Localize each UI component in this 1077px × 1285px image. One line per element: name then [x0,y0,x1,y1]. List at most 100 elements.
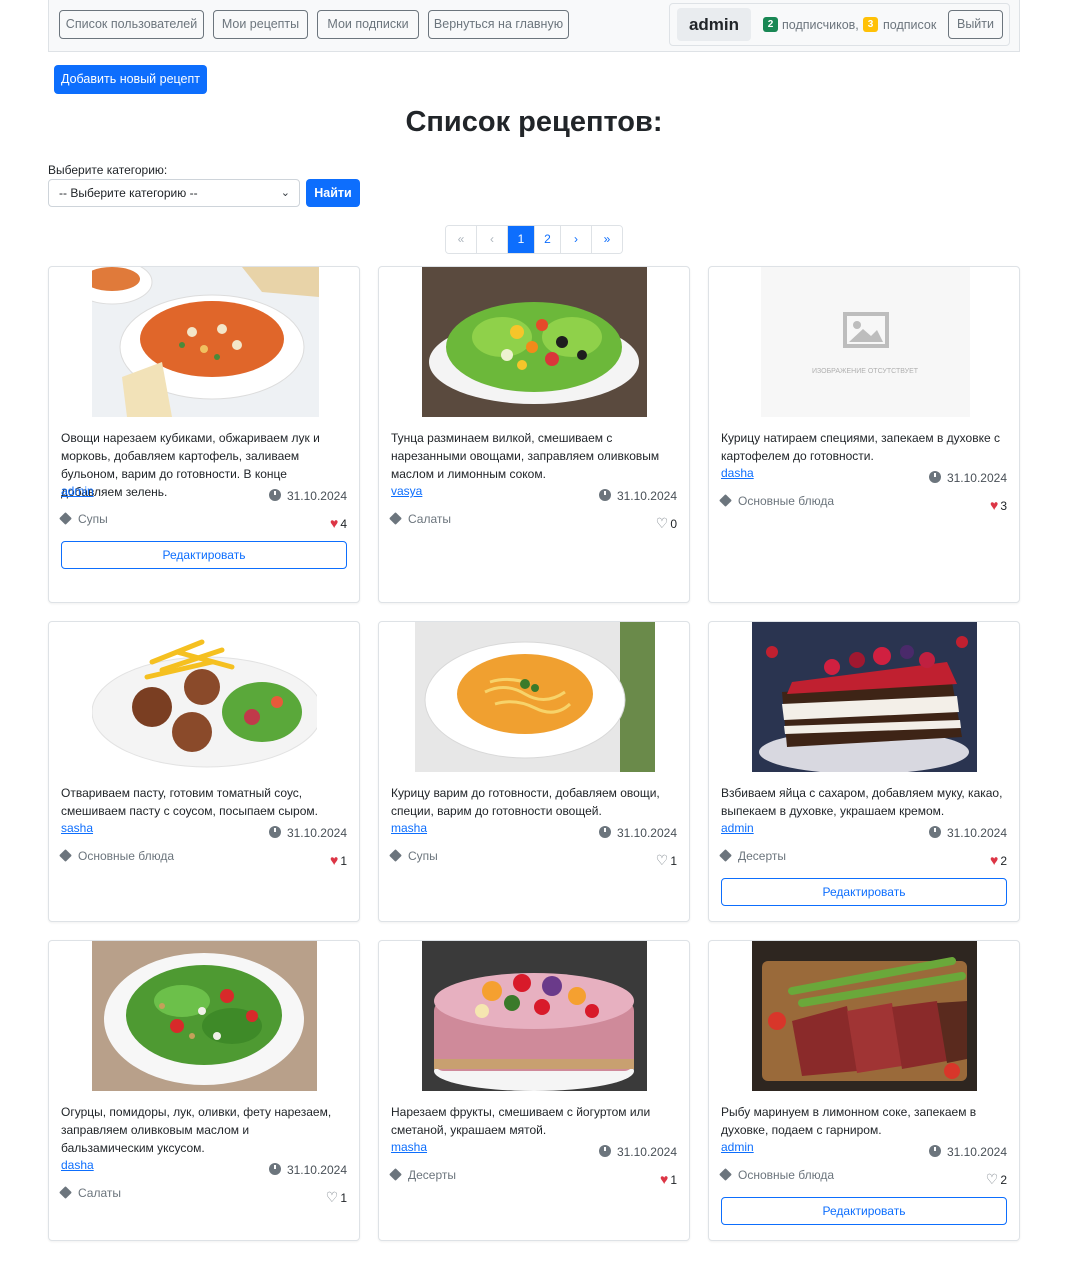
followers-label: подписчиков, [782,18,859,32]
top-navbar: Список пользователей Мои рецепты Мои под… [48,0,1020,52]
clock-icon [598,1145,611,1157]
recipe-category: Десерты [389,1168,456,1182]
recipe-date-text: 31.10.2024 [946,471,1007,485]
recipe-date: 31.10.2024 [598,826,677,840]
recipe-card: Рыбу маринуем в лимонном соке, запекаем … [708,940,1020,1241]
recipe-author-link[interactable]: vasya [391,484,422,498]
likes-count: 0 [670,517,677,531]
heart-icon[interactable]: ♡ [986,1171,999,1187]
heart-icon[interactable]: ♥ [990,852,998,868]
recipe-likes[interactable]: ♡ 1 [326,1189,347,1206]
edit-recipe-button[interactable]: Редактировать [61,541,347,569]
recipe-author-link[interactable]: admin [61,484,94,498]
recipe-author-link[interactable]: sasha [61,821,93,835]
recipe-category-text: Супы [78,512,108,526]
recipe-card: Овощи нарезаем кубиками, обжариваем лук … [48,266,360,603]
recipe-likes[interactable]: ♥ 1 [660,1171,677,1187]
recipe-likes[interactable]: ♥ 4 [330,515,347,531]
find-button[interactable]: Найти [306,179,360,207]
recipe-author-link[interactable]: masha [391,1140,427,1154]
recipe-category: Основные блюда [59,849,175,863]
heart-icon[interactable]: ♡ [656,515,669,531]
recipe-image [422,941,649,1091]
recipe-date: 31.10.2024 [598,489,677,503]
recipe-date: 31.10.2024 [928,1145,1007,1159]
recipe-card: Взбиваем яйца с сахаром, добавляем муку,… [708,621,1020,922]
edit-recipe-button[interactable]: Редактировать [721,1197,1007,1225]
username: admin [677,8,751,41]
likes-count: 3 [1000,499,1007,513]
recipe-image [752,622,979,772]
recipe-likes[interactable]: ♡ 2 [986,1171,1007,1188]
recipe-category: Салаты [389,512,451,526]
recipe-date-text: 31.10.2024 [946,1145,1007,1159]
heart-icon[interactable]: ♥ [330,515,338,531]
recipe-category-text: Основные блюда [738,1168,835,1182]
recipe-card: Огурцы, помидоры, лук, оливки, фету наре… [48,940,360,1241]
tag-icon [389,849,402,862]
recipe-author-link[interactable]: masha [391,821,427,835]
recipe-description: Тунца разминаем вилкой, смешиваем с наре… [391,431,660,481]
recipe-category-text: Десерты [738,849,787,863]
heart-icon[interactable]: ♥ [330,852,338,868]
tag-icon [59,512,72,525]
recipe-date: 31.10.2024 [598,1145,677,1159]
heart-icon[interactable]: ♥ [660,1171,668,1187]
recipe-likes[interactable]: ♥ 1 [330,852,347,868]
edit-recipe-button[interactable]: Редактировать [721,878,1007,906]
clock-icon [928,826,941,838]
chevron-down-icon: ⌄ [280,187,290,199]
recipe-author-link[interactable]: dasha [721,466,754,480]
recipe-description: Огурцы, помидоры, лук, оливки, фету наре… [61,1105,332,1155]
clock-icon [268,489,281,501]
recipe-likes[interactable]: ♡ 1 [656,852,677,869]
back-home-button[interactable]: Вернуться на главную [428,10,569,39]
heart-icon[interactable]: ♡ [656,852,669,868]
recipe-date-text: 31.10.2024 [616,826,677,840]
heart-icon[interactable]: ♥ [990,497,998,513]
recipe-category-text: Салаты [78,1186,122,1200]
recipe-date-text: 31.10.2024 [286,489,347,503]
page-last[interactable]: » [591,226,622,253]
recipe-date: 31.10.2024 [268,1163,347,1177]
add-recipe-button[interactable]: Добавить новый рецепт [54,65,207,94]
tag-icon [719,494,732,507]
clock-icon [268,826,281,838]
recipe-author-link[interactable]: admin [721,1140,754,1154]
recipe-likes[interactable]: ♥ 2 [990,852,1007,868]
recipe-category: Десерты [719,849,787,863]
recipe-category-text: Основные блюда [78,849,175,863]
logout-button[interactable]: Выйти [948,10,1003,39]
recipe-image [422,267,649,417]
recipe-card: Тунца разминаем вилкой, смешиваем с наре… [378,266,690,603]
my-recipes-button[interactable]: Мои рецепты [213,10,308,39]
user-panel: admin 2 подписчиков, 3 подписок Выйти [669,3,1010,46]
recipe-author-link[interactable]: dasha [61,1158,94,1172]
recipe-card: ИЗОБРАЖЕНИЕ ОТСУТСТВУЕТ Курицу натираем с… [708,266,1020,603]
page-1[interactable]: 1 [507,226,534,253]
page-first[interactable]: « [446,226,476,253]
recipe-likes[interactable]: ♡ 0 [656,515,677,532]
clock-icon [928,1145,941,1157]
recipe-description: Курицу натираем специями, запекаем в дух… [721,431,1000,463]
recipe-author-link[interactable]: admin [721,821,754,835]
heart-icon[interactable]: ♡ [326,1189,339,1205]
clock-icon [928,471,941,483]
tag-icon [719,1168,732,1181]
users-list-button[interactable]: Список пользователей [59,10,204,39]
recipe-date: 31.10.2024 [928,826,1007,840]
clock-icon [268,1163,281,1175]
recipe-card: Отвариваем пасту, готовим томатный соус,… [48,621,360,922]
recipe-image [752,941,979,1091]
page-prev[interactable]: ‹ [476,226,507,253]
recipe-likes[interactable]: ♥ 3 [990,497,1007,513]
recipe-date-text: 31.10.2024 [946,826,1007,840]
my-subscriptions-button[interactable]: Мои подписки [317,10,419,39]
category-select[interactable]: -- Выберите категорию -- ⌄ [48,179,300,207]
page-2[interactable]: 2 [534,226,560,253]
recipe-date: 31.10.2024 [268,489,347,503]
recipe-category-text: Основные блюда [738,494,835,508]
recipe-date: 31.10.2024 [928,471,1007,485]
recipe-category: Супы [59,512,108,526]
page-next[interactable]: › [560,226,591,253]
